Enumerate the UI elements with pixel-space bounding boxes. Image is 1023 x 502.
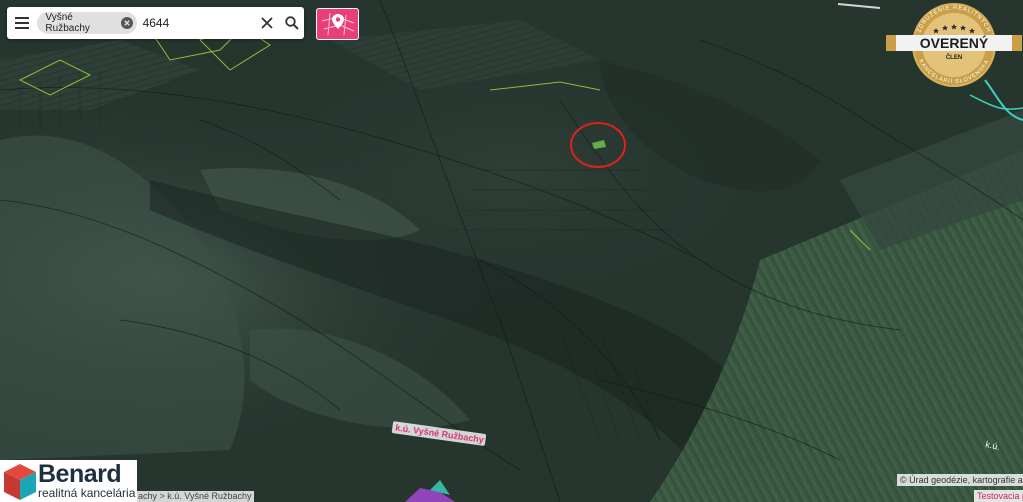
location-chip-label: Vyšné Ružbachy — [45, 12, 90, 34]
logo-subtitle: realitná kancelária — [38, 486, 136, 500]
logo-cube-icon — [4, 464, 36, 500]
search-icon — [284, 16, 299, 30]
verified-member-badge: ZDRUŽENIE REALITNÝCH KANCELÁRIÍ SLOVENSK… — [886, 3, 1022, 87]
menu-button[interactable] — [7, 7, 37, 39]
map-canvas[interactable]: k.ú. Vyšné Ružbachy k.ú. — [0, 0, 1023, 502]
menu-icon — [15, 17, 30, 29]
badge-subtitle: ČLEN — [946, 54, 962, 61]
location-chip[interactable]: Vyšné Ružbachy — [37, 12, 137, 34]
map-attribution: © Úrad geodézie, kartografie a k — [897, 474, 1023, 486]
company-logo: Benard realitná kancelária — [0, 460, 137, 502]
badge-title: OVERENÝ — [920, 34, 989, 51]
location-pin-icon — [321, 12, 354, 36]
search-input[interactable] — [142, 16, 255, 30]
breadcrumb: achy > k.ú. Vyšné Ružbachy — [137, 491, 255, 502]
testing-link[interactable]: Testovacia p — [974, 490, 1023, 502]
chip-remove-button[interactable] — [120, 17, 133, 29]
search-bar: Vyšné Ružbachy — [7, 7, 304, 39]
clear-search-button[interactable] — [255, 7, 280, 39]
close-icon — [261, 17, 273, 29]
parcel-view-button[interactable] — [316, 8, 359, 40]
close-circle-icon — [120, 17, 133, 29]
search-button[interactable] — [279, 7, 304, 39]
logo-title: Benard — [38, 460, 122, 488]
